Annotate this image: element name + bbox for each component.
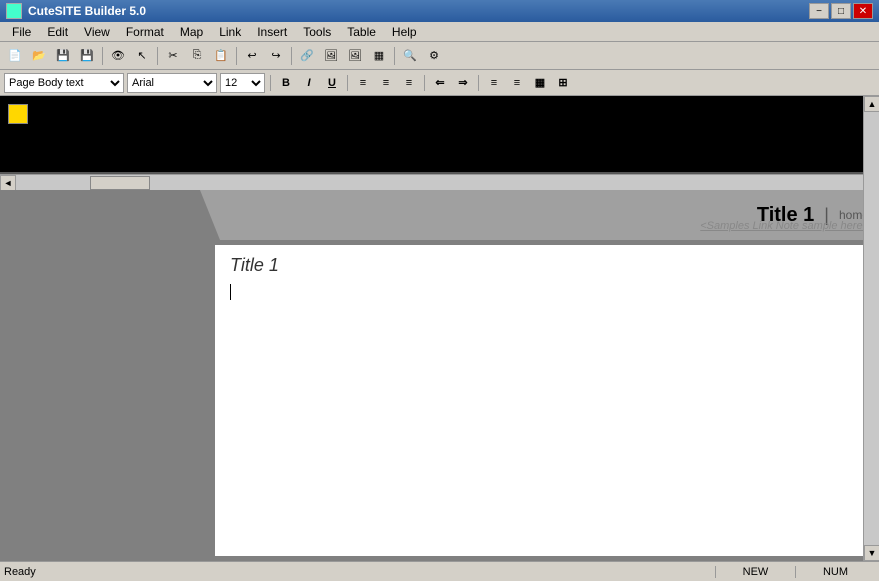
black-preview-area [0,96,879,174]
scroll-up-button[interactable]: ▲ [864,96,879,112]
status-bar: Ready NEW NUM [0,561,879,581]
redo-button[interactable]: ↪ [265,45,287,67]
cut-button[interactable]: ✂ [162,45,184,67]
close-button[interactable]: ✕ [853,3,873,19]
status-mode-text: NEW [715,566,795,578]
component-button[interactable]: ⚙ [423,45,445,67]
title-bar: CuteSITE Builder 5.0 − □ ✕ [0,0,879,22]
paste-button[interactable]: 📋 [210,45,232,67]
app-icon [6,3,22,19]
fmt-sep3 [424,75,425,91]
menu-file[interactable]: File [4,23,39,41]
font-select[interactable]: Arial [127,73,217,93]
minimize-button[interactable]: − [809,3,829,19]
insert-link-button[interactable]: 🔗 [296,45,318,67]
save-all-button[interactable]: 💾 [76,45,98,67]
bold-button[interactable]: B [276,73,296,93]
menu-edit[interactable]: Edit [39,23,76,41]
v-scrollbar-track[interactable] [864,112,879,545]
save-button[interactable]: 💾 [52,45,74,67]
menu-map[interactable]: Map [172,23,211,41]
fmt-sep1 [270,75,271,91]
scrollbar-track[interactable] [16,175,863,190]
menu-format[interactable]: Format [118,23,172,41]
status-numlock-text: NUM [795,566,875,578]
cursor [230,284,231,300]
scroll-down-button[interactable]: ▼ [864,545,879,561]
menu-insert[interactable]: Insert [249,23,295,41]
align-left-button[interactable]: ≡ [353,73,373,93]
copy-button[interactable]: ⎘ [186,45,208,67]
scrollbar-thumb[interactable] [90,176,150,190]
align-center-button[interactable]: ≡ [376,73,396,93]
content-area[interactable]: Title 1 [215,245,874,556]
insert-image2-button[interactable]: 🖼 [344,45,366,67]
fmt-sep4 [478,75,479,91]
horizontal-scrollbar[interactable]: ◄ ► [0,174,879,190]
text-cursor-line [230,284,859,300]
size-select[interactable]: 12 [220,73,265,93]
extra-format-button[interactable]: ⊞ [553,73,573,93]
preview-button[interactable]: 👁 [107,45,129,67]
page-header: Title 1 | home <Samples Link Note sample… [0,190,879,240]
menu-link[interactable]: Link [211,23,249,41]
zoom-button[interactable]: 🔍 [399,45,421,67]
table-format-button[interactable]: ▦ [530,73,550,93]
menu-view[interactable]: View [76,23,118,41]
app-title: CuteSITE Builder 5.0 [28,4,146,18]
title-bar-controls: − □ ✕ [809,3,873,19]
sep3 [236,47,237,65]
align-right-button[interactable]: ≡ [399,73,419,93]
page-tab [0,190,220,240]
style-select[interactable]: Page Body text [4,73,124,93]
cursor-button[interactable]: ↖ [131,45,153,67]
status-ready-text: Ready [4,566,715,578]
sep1 [102,47,103,65]
underline-button[interactable]: U [322,73,342,93]
insert-table-button[interactable]: ▦ [368,45,390,67]
menu-tools[interactable]: Tools [295,23,339,41]
menu-help[interactable]: Help [384,23,425,41]
menu-bar: File Edit View Format Map Link Insert To… [0,22,879,42]
scroll-left-button[interactable]: ◄ [0,175,16,191]
italic-button[interactable]: I [299,73,319,93]
format-bar: Page Body text Arial 12 B I U ≡ ≡ ≡ ⇐ ⇒ … [0,70,879,96]
sep4 [291,47,292,65]
page-preview: Title 1 | home <Samples Link Note sample… [0,190,879,561]
indent-less-button[interactable]: ⇐ [430,73,450,93]
undo-button[interactable]: ↩ [241,45,263,67]
indent-more-button[interactable]: ⇒ [453,73,473,93]
toolbar: 📄 📂 💾 💾 👁 ↖ ✂ ⎘ 📋 ↩ ↪ 🔗 🖼 🖼 ▦ 🔍 ⚙ [0,42,879,70]
fmt-sep2 [347,75,348,91]
open-button[interactable]: 📂 [28,45,50,67]
new-button[interactable]: 📄 [4,45,26,67]
menu-table[interactable]: Table [339,23,384,41]
insert-image-button[interactable]: 🖼 [320,45,342,67]
list-ol-button[interactable]: ≡ [507,73,527,93]
content-title: Title 1 [230,255,859,276]
maximize-button[interactable]: □ [831,3,851,19]
preview-thumbnail [8,104,28,124]
nav-link[interactable]: <Samples Link Note sample here> [700,220,869,232]
vertical-scrollbar[interactable]: ▲ ▼ [863,96,879,561]
sep2 [157,47,158,65]
sep5 [394,47,395,65]
list-ul-button[interactable]: ≡ [484,73,504,93]
